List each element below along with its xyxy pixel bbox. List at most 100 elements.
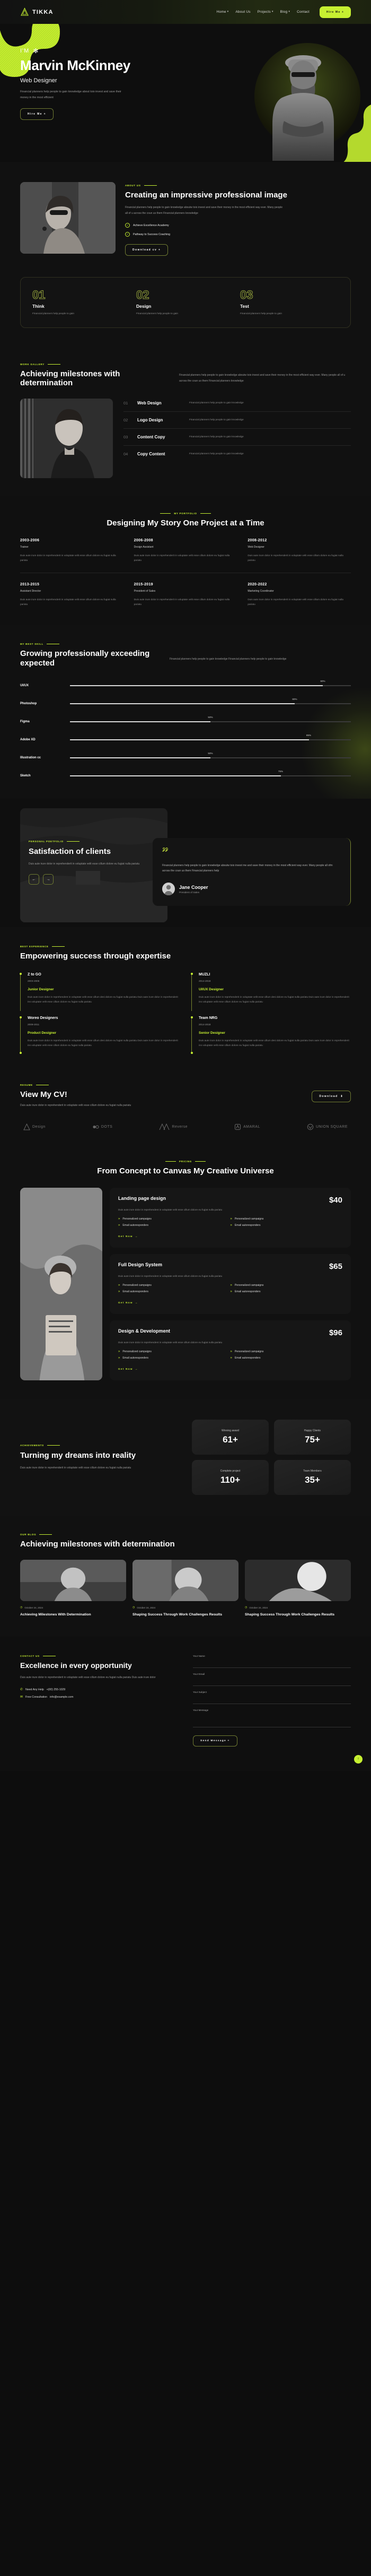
name-input[interactable] bbox=[193, 1659, 351, 1668]
get-now-label: Get Now bbox=[118, 1235, 133, 1238]
about-title: Creating an impressive professional imag… bbox=[125, 191, 287, 200]
arrow-right-icon[interactable]: → bbox=[43, 874, 54, 885]
download-resume-button[interactable]: Download ⬇ bbox=[312, 1090, 351, 1102]
nav-label: Home bbox=[216, 10, 226, 14]
author-name: Jane Cooper bbox=[179, 884, 208, 890]
stat-value: 61+ bbox=[223, 1434, 238, 1445]
skill-label: UI/UX bbox=[20, 684, 29, 687]
skill-label: Photoshop bbox=[20, 702, 37, 705]
avatar bbox=[162, 883, 175, 896]
eyebrow-line bbox=[165, 1161, 176, 1162]
get-now-label: Get Now bbox=[118, 1301, 133, 1304]
portfolio-timeline-section: MY PORTFOLIO Designing My Story One Proj… bbox=[0, 496, 371, 625]
main-nav: Home ▾ About Us Projects ▾ Blog ▾ Contact H… bbox=[217, 6, 351, 18]
phone-icon: ✆ bbox=[20, 1688, 23, 1692]
contact-info: ✆ Need Any Help +(00) 255-1029 ✉ Free Co… bbox=[20, 1688, 179, 1699]
list-item[interactable]: 02 Logo Design Financial planners help p… bbox=[123, 412, 351, 429]
feature-label: Personalized campaigns bbox=[122, 1284, 152, 1287]
service-name: Content Copy bbox=[137, 435, 165, 440]
step-description: Financial planners help people to gain bbox=[240, 312, 282, 315]
contact-eyebrow: CONTACT US bbox=[20, 1655, 179, 1657]
skill-fill bbox=[70, 757, 210, 758]
blog-image bbox=[245, 1560, 351, 1602]
subject-input[interactable] bbox=[193, 1695, 351, 1704]
nav-item-contact[interactable]: Contact bbox=[297, 10, 310, 14]
experience-description: Duis aute irure dolor in reprehenderit i… bbox=[28, 1039, 178, 1047]
resume-eyebrow-label: RESUME bbox=[20, 1084, 33, 1087]
logo-label: AMARAL bbox=[243, 1125, 260, 1129]
step-item: 02 Design Financial planners help people… bbox=[136, 289, 235, 316]
scroll-to-top-button[interactable]: ↑ bbox=[354, 1754, 363, 1764]
blog-title: Achieving milestones with determination bbox=[20, 1540, 175, 1549]
blog-post-title: Shaping Success Through Work Challenges … bbox=[132, 1613, 223, 1617]
chevron-right-icon: » bbox=[118, 1224, 120, 1228]
page-root: TIKKA Home ▾ About Us Projects ▾ Blog ▾ Con… bbox=[0, 0, 371, 1771]
chevron-right-icon: » bbox=[118, 1290, 120, 1294]
hero-section: I'M ✻ Marvin McKinney Web Designer Finan… bbox=[0, 24, 371, 162]
blog-card[interactable]: ◷ October 24, 2024 Shaping Success Throug… bbox=[245, 1560, 351, 1618]
feature-label: Personalized campaigns bbox=[122, 1217, 152, 1221]
hero-hire-button[interactable]: Hire Me + bbox=[20, 108, 54, 120]
list-item[interactable]: 03 Content Copy Financial planners help … bbox=[123, 429, 351, 446]
blog-meta: ◷ October 24, 2024 bbox=[245, 1606, 351, 1609]
get-now-button[interactable]: Get Now → bbox=[118, 1368, 138, 1370]
stat-label: Happy Clients bbox=[304, 1429, 321, 1433]
experience-item: MUZLI 2014-2018 UI/UX Designer Duis aute… bbox=[190, 972, 351, 1011]
pricing-body: Landing page design $40 Duis aute irure … bbox=[20, 1187, 351, 1381]
field-subject: Your Subject bbox=[193, 1691, 351, 1704]
brand-logo[interactable]: TIKKA bbox=[20, 7, 54, 16]
gallery-eyebrow: WORK GALLERY bbox=[20, 363, 169, 366]
hire-me-button[interactable]: Hire Me + bbox=[319, 6, 351, 18]
blog-card[interactable]: ◷ October 24, 2024 Achieving Milestones W… bbox=[20, 1560, 126, 1618]
resume-title: View My CV! bbox=[20, 1090, 67, 1100]
experience-eyebrow: BEST EXPERIENCE bbox=[20, 945, 351, 948]
get-now-button[interactable]: Get Now → bbox=[118, 1301, 138, 1304]
experience-company: Woreo Designers bbox=[28, 1016, 58, 1020]
logo-label: DOTS bbox=[101, 1125, 113, 1129]
experience-years: 2003-2006 bbox=[28, 979, 40, 982]
testimonial-eyebrow: PERSONAL POETFOLIO bbox=[29, 840, 143, 843]
name-label: Your Name bbox=[193, 1654, 205, 1657]
experience-section: BEST EXPERIENCE Empowering success throu… bbox=[0, 927, 371, 1066]
service-number: 02 bbox=[123, 418, 128, 423]
service-description: Financial planners help people to gain k… bbox=[189, 452, 244, 455]
nav-item-projects[interactable]: Projects ▾ bbox=[258, 10, 273, 14]
download-cv-button[interactable]: Download cv + bbox=[125, 244, 169, 256]
experience-column-left: Z to GO 2003-2006 Junior Designer Duis a… bbox=[19, 972, 180, 1054]
list-item: ✓ Pathway to Success Coaching bbox=[125, 232, 351, 237]
arrow-left-icon[interactable]: ← bbox=[29, 874, 39, 885]
list-item[interactable]: 04 Copy Content Financial planners help … bbox=[123, 446, 351, 462]
feature-label: Personalized campaigns bbox=[234, 1284, 264, 1287]
testimonial-description: Duis aute irure dolor in reprehenderit i… bbox=[29, 862, 140, 866]
nav-item-home[interactable]: Home ▾ bbox=[217, 10, 229, 14]
service-description: Financial planners help people to gain k… bbox=[189, 435, 244, 438]
experience-eyebrow-label: BEST EXPERIENCE bbox=[20, 945, 49, 948]
contact-eyebrow-label: CONTACT US bbox=[20, 1654, 40, 1657]
contact-phone[interactable]: ✆ Need Any Help +(00) 255-1029 bbox=[20, 1688, 179, 1692]
message-input[interactable] bbox=[193, 1713, 351, 1727]
arrow-right-icon: → bbox=[135, 1235, 138, 1238]
blog-card[interactable]: ◷ October 24, 2024 Shaping Success Throug… bbox=[132, 1560, 238, 1618]
nav-item-about[interactable]: About Us bbox=[235, 10, 250, 14]
skill-value: 90% bbox=[320, 680, 325, 683]
list-item: ✓ Achieve Excellence Academy bbox=[125, 223, 351, 228]
pricing-card-price: $65 bbox=[329, 1262, 342, 1272]
eyebrow-line bbox=[48, 364, 60, 365]
service-number: 03 bbox=[123, 435, 128, 440]
get-now-button[interactable]: Get Now → bbox=[118, 1235, 138, 1238]
experience-item: Woreo Designers 2009-2011 Product Design… bbox=[19, 1016, 180, 1054]
feature-label: Email autoresponders bbox=[234, 1356, 261, 1360]
contact-email[interactable]: ✉ Free Consultation info@example.com bbox=[20, 1695, 179, 1699]
list-item[interactable]: 01 Web Design Financial planners help pe… bbox=[123, 399, 351, 412]
contact-title: Excellence in every opportunity bbox=[20, 1661, 132, 1670]
pricing-card-description: Duis aute irure dolor in reprehendent in… bbox=[118, 1275, 223, 1278]
pricing-card-title: Full Design System bbox=[118, 1262, 163, 1268]
skill-track: 90% bbox=[70, 680, 351, 686]
send-message-button[interactable]: Send Message + bbox=[193, 1735, 237, 1747]
skills-eyebrow: MY BEST SKILL bbox=[20, 643, 158, 645]
nav-item-blog[interactable]: Blog ▾ bbox=[280, 10, 290, 14]
nav-label: Projects bbox=[257, 10, 271, 14]
blog-cards: ◷ October 24, 2024 Achieving Milestones W… bbox=[20, 1560, 351, 1618]
field-name: Your Name bbox=[193, 1655, 351, 1668]
email-input[interactable] bbox=[193, 1677, 351, 1686]
